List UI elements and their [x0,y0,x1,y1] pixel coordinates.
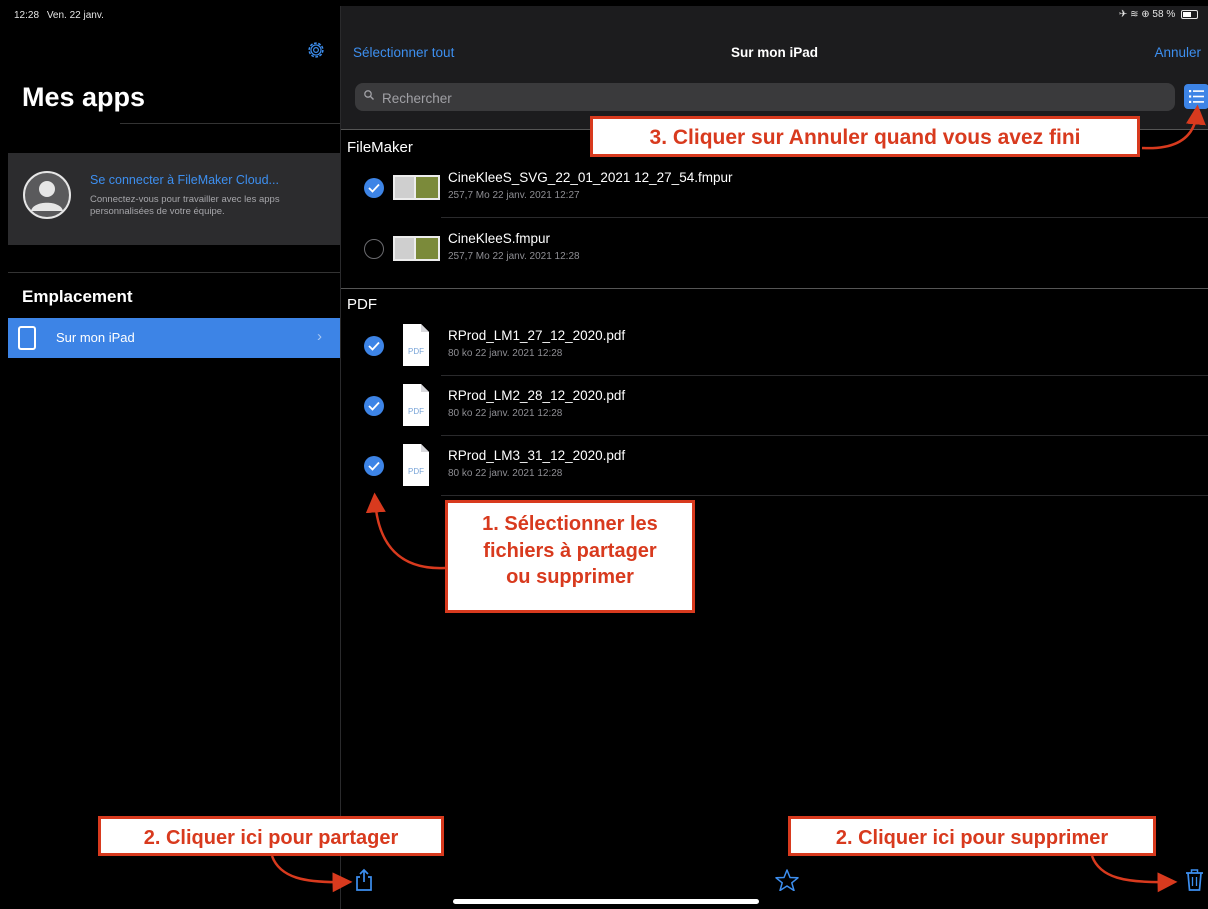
list-item[interactable]: PDF RProd_LM2_28_12_2020.pdf 80 ko 22 ja… [341,376,1208,436]
home-indicator[interactable] [453,899,759,904]
annotation-text: 1. Sélectionner les [482,513,658,535]
annotation-text: ou supprimer [506,566,634,589]
nav-title: Sur mon iPad [730,45,818,60]
list-view-button[interactable] [1184,84,1208,109]
search-icon [364,90,374,100]
navigation-bar: ✈ ≋ ⊕ 58 % Sur mon iPad Sélectionner tou… [341,6,1208,72]
file-meta: 257,7 Mo 22 janv. 2021 12:28 [448,251,580,262]
section-header-filemaker: FileMaker [347,139,413,156]
unselected-circle-icon[interactable] [364,239,384,259]
filemaker-file-thumbnail [393,236,440,261]
ipad-icon [18,326,36,350]
list-item[interactable]: CineKleeS_SVG_22_01_2021 12_27_54.fmpur … [341,158,1208,218]
battery-icon [1181,9,1198,19]
status-time: 12:28 [14,10,40,21]
divider [441,217,1208,218]
file-name: CineKleeS_SVG_22_01_2021 12_27_54.fmpur [448,170,733,185]
annotation-text: 3. Cliquer sur Annuler quand vous avez f… [649,126,1081,149]
annotation-text: fichiers à partager [483,539,657,562]
divider [441,495,1208,496]
section-header-pdf: PDF [347,296,377,313]
annotation-text: 2. Cliquer ici pour supprimer [835,827,1109,849]
annotation-step2-delete: 2. Cliquer ici pour supprimer [788,816,1156,856]
pdf-file-icon: PDF [403,444,429,486]
gear-icon[interactable] [305,39,327,61]
file-meta: 80 ko 22 janv. 2021 12:28 [448,408,563,419]
file-name: RProd_LM3_31_12_2020.pdf [448,448,626,463]
divider [341,288,1208,289]
annotation-step3: 3. Cliquer sur Annuler quand vous avez f… [590,116,1140,157]
orientation-lock-icon: ⊕ [1141,9,1150,20]
status-bar-left: 12:28 Ven. 22 janv. [14,10,109,21]
annotation-step1: 1. Sélectionner les fichiers à partager … [445,500,695,613]
sidebar-item-sur-mon-ipad[interactable]: Sur mon iPad › [8,318,340,358]
wifi-icon: ≋ [1130,9,1139,20]
filemaker-cloud-login[interactable]: Se connecter à FileMaker Cloud... Connec… [8,153,340,245]
list-item[interactable]: PDF RProd_LM3_31_12_2020.pdf 80 ko 22 ja… [341,436,1208,496]
svg-text:PDF: PDF [408,407,424,416]
list-item[interactable]: CineKleeS.fmpur 257,7 Mo 22 janv. 2021 1… [341,219,1208,279]
avatar-icon [23,171,71,219]
selected-checkmark-icon[interactable] [364,336,384,356]
divider [8,272,340,273]
pdf-file-icon: PDF [403,324,429,366]
selected-checkmark-icon[interactable] [364,178,384,198]
divider [120,123,340,124]
svg-text:PDF: PDF [408,467,424,476]
file-name: RProd_LM2_28_12_2020.pdf [448,388,626,403]
page-title: Mes apps [22,82,146,112]
sidebar: 12:28 Ven. 22 janv. Mes apps Se connecte… [8,6,341,909]
select-all-button[interactable]: Sélectionner tout [353,45,454,60]
airplane-icon: ✈ [1118,9,1128,20]
file-meta: 80 ko 22 janv. 2021 12:28 [448,468,563,479]
status-bar-right: ✈ ≋ ⊕ 58 % [1119,9,1198,20]
star-icon[interactable] [775,869,799,891]
cloud-login-title[interactable]: Se connecter à FileMaker Cloud... [90,173,279,187]
selected-checkmark-icon[interactable] [364,396,384,416]
file-name: RProd_LM1_27_12_2020.pdf [448,328,626,343]
status-date: Ven. 22 janv. [46,10,104,21]
list-item[interactable]: PDF RProd_LM1_27_12_2020.pdf 80 ko 22 ja… [341,316,1208,376]
file-meta: 257,7 Mo 22 janv. 2021 12:27 [448,190,580,201]
sidebar-item-label: Sur mon iPad [56,330,135,345]
battery-percent: 58 % [1152,9,1176,20]
pdf-file-icon: PDF [403,384,429,426]
file-meta: 80 ko 22 janv. 2021 12:28 [448,348,563,359]
filemaker-file-thumbnail [393,175,440,200]
trash-icon[interactable] [1185,868,1204,891]
share-icon[interactable] [354,868,374,892]
section-heading-emplacement: Emplacement [22,287,133,306]
search-field[interactable] [355,83,1175,113]
annotation-step2-share: 2. Cliquer ici pour partager [98,816,444,856]
search-input[interactable] [380,83,1164,113]
selected-checkmark-icon[interactable] [364,456,384,476]
svg-text:PDF: PDF [408,347,424,356]
file-name: CineKleeS.fmpur [448,231,551,246]
annotation-text: 2. Cliquer ici pour partager [143,827,399,849]
chevron-right-icon: › [317,328,322,345]
list-icon [1189,90,1204,103]
cancel-button[interactable]: Annuler [1154,45,1201,60]
cloud-login-description: Connectez-vous pour travailler avec les … [90,194,280,217]
